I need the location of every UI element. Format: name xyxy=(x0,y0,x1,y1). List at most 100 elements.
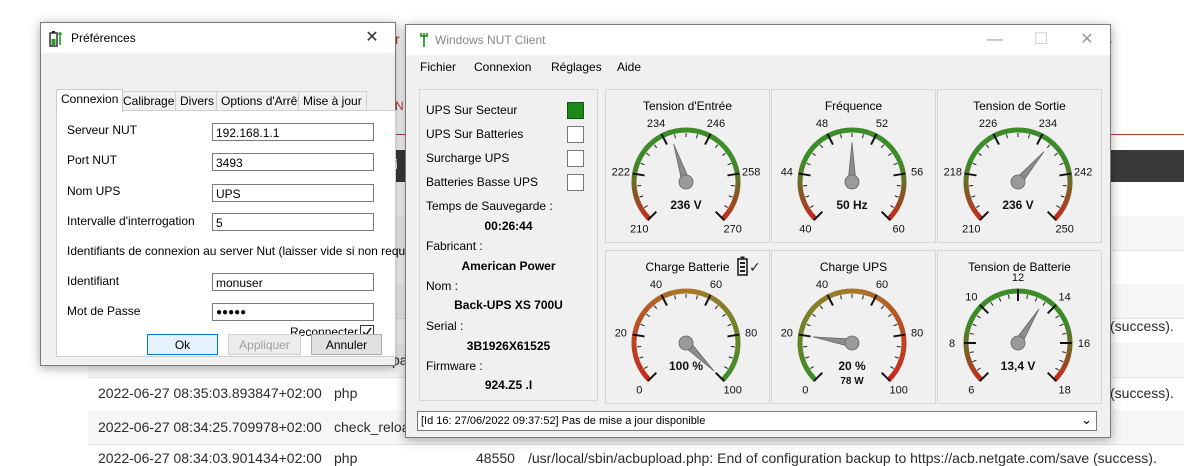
gauge-minor-tick xyxy=(894,324,898,326)
nut-titlebar[interactable]: Windows NUT Client — ☐ ✕ xyxy=(406,25,1110,55)
gauge-arc-segment xyxy=(696,131,701,132)
gauge-arc-segment xyxy=(1051,142,1055,146)
close-button[interactable]: ✕ xyxy=(349,23,395,53)
gauge-arc-segment xyxy=(1008,291,1014,292)
gauge-arc-segment xyxy=(968,162,970,167)
gauge-minor-tick xyxy=(728,163,732,165)
gauge-minor-tick xyxy=(722,153,725,155)
gauge-arc-segment xyxy=(732,202,734,207)
gauge-arc-segment xyxy=(885,142,889,146)
gauge-arc-segment xyxy=(715,300,720,303)
gauge-arc-segment xyxy=(970,157,972,162)
gauge-arc-segment xyxy=(732,318,734,323)
gauge-arc-segment xyxy=(857,130,863,131)
apply-button[interactable]: Appliquer xyxy=(228,334,301,355)
tab-calibrage[interactable]: Calibrage xyxy=(118,91,179,111)
gauge-arc-segment xyxy=(801,166,802,171)
gauge-arc-segment xyxy=(1061,153,1064,158)
gauge-dial: 210218226234242250236 V xyxy=(938,90,1101,242)
preferences-titlebar[interactable]: Préférences ✕ xyxy=(41,23,395,53)
tab-divers[interactable]: Divers xyxy=(175,91,219,111)
gauge-arc-segment xyxy=(1061,207,1064,212)
maximize-button[interactable]: ☐ xyxy=(1018,25,1064,55)
gauge-arc-segment xyxy=(691,130,697,131)
gauge-tick-label: 80 xyxy=(745,328,757,340)
gauge-arc-segment xyxy=(646,306,650,310)
gauge-minor-tick xyxy=(1054,153,1057,155)
gauge-arc-segment xyxy=(711,136,716,139)
gauge-tick-label: 234 xyxy=(1039,118,1057,130)
gauge-arc-segment xyxy=(862,292,867,293)
gauge-arc-segment xyxy=(737,187,738,193)
menu-connexion[interactable]: Connexion xyxy=(474,60,531,74)
menu-fichier[interactable]: Fichier xyxy=(420,60,456,74)
gauge-tick-label: 56 xyxy=(911,167,923,179)
backup-time-value: 00:26:44 xyxy=(420,219,597,233)
tab-mise-a-jour[interactable]: Mise à jour xyxy=(298,91,367,111)
gauge-arc-segment xyxy=(1066,197,1068,202)
gauge-tick-label: 40 xyxy=(650,279,662,291)
gauge-arc-segment xyxy=(806,314,809,319)
gauge-arc-segment xyxy=(732,157,734,162)
maker-label: Fabricant : xyxy=(426,239,483,253)
gauge-arc-segment xyxy=(902,167,903,172)
ups-name-input[interactable]: UPS xyxy=(212,184,374,202)
gauge-arc-segment xyxy=(898,363,900,368)
close-button[interactable]: ✕ xyxy=(1064,25,1110,55)
gauge-arc-segment xyxy=(832,293,837,295)
gauge-arc-segment xyxy=(643,310,646,315)
gauge-arc-segment xyxy=(1055,145,1059,149)
login-input[interactable]: monuser xyxy=(212,273,374,291)
gauge-arc-segment xyxy=(892,372,895,377)
gauge-minor-tick xyxy=(863,134,864,138)
gauge-minor-tick xyxy=(841,134,842,138)
tab-options-arret[interactable]: Options d'Arrêt xyxy=(216,91,306,111)
gauge-value-label: 13,4 V xyxy=(1001,359,1036,373)
interval-input[interactable]: 5 xyxy=(212,213,374,231)
gauge-arc-segment xyxy=(711,297,716,300)
log-message: /usr/local/sbin/acbupload.php: End of co… xyxy=(528,450,1157,466)
log-message: (success). xyxy=(1110,318,1174,334)
gauge-arc-segment xyxy=(806,153,809,158)
tab-connexion[interactable]: Connexion xyxy=(56,89,123,112)
backup-time-label: Temps de Sauvegarde : xyxy=(426,199,553,213)
gauge-arc-segment xyxy=(1043,136,1048,139)
server-input[interactable]: 192.168.1.1 xyxy=(212,123,374,141)
gauge-minor-tick xyxy=(1007,134,1008,138)
gauge-tick-label: 246 xyxy=(707,118,725,130)
gauge-arc-segment xyxy=(723,306,727,310)
credentials-hint: Identifiants de connexion au server Nut … xyxy=(67,244,418,258)
close-icon: ✕ xyxy=(365,29,378,46)
gauge-arc-segment xyxy=(1003,131,1008,132)
gauge-minor-tick xyxy=(639,196,643,197)
cancel-button[interactable]: Annuler xyxy=(311,334,382,355)
gauge-arc-segment xyxy=(734,323,736,328)
ups-status-panel: UPS Sur Secteur UPS Sur Batteries Surcha… xyxy=(419,89,598,401)
gauge-arc-segment xyxy=(801,353,802,358)
gauge-arc-segment xyxy=(902,353,903,358)
ok-button[interactable]: Ok xyxy=(147,334,218,355)
gauge-minor-tick xyxy=(986,145,989,148)
gauge-minor-tick xyxy=(697,295,698,299)
gauge-arc-segment xyxy=(832,132,837,134)
gauge-arc-segment xyxy=(985,299,990,302)
menu-aide[interactable]: Aide xyxy=(617,60,641,74)
gauge-arc-segment xyxy=(640,314,643,319)
firmware-label: Firmware : xyxy=(426,359,483,373)
gauge-arc-segment xyxy=(800,348,801,354)
port-input[interactable]: 3493 xyxy=(212,153,374,171)
minimize-button[interactable]: — xyxy=(972,25,1018,55)
gauge-minor-tick xyxy=(973,360,977,362)
menu-reglages[interactable]: Réglages xyxy=(551,60,602,74)
gauge-arc-segment xyxy=(993,295,998,297)
log-timestamp: 2022-06-27 08:35:03.893847+02:00 xyxy=(98,385,322,401)
gauge-arc-segment xyxy=(634,348,635,354)
gauge-arc-segment xyxy=(898,157,900,162)
gauge-minor-tick xyxy=(1060,324,1064,326)
gauge-tick-label: 210 xyxy=(962,224,980,236)
update-status-combobox[interactable]: [Id 16: 27/06/2022 09:37:52] Pas de mise… xyxy=(417,411,1097,431)
gauge-arc-segment xyxy=(867,293,872,295)
password-input[interactable]: ●●●●● xyxy=(212,303,374,321)
gauge-minor-tick xyxy=(894,163,898,165)
gauge-arc-segment xyxy=(1058,149,1061,154)
